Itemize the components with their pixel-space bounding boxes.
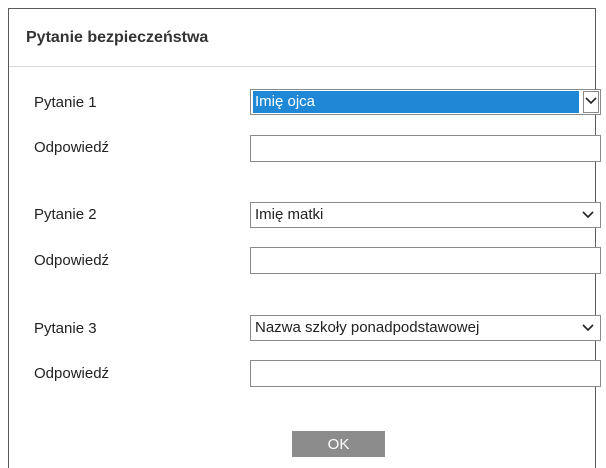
question-1-label: Pytanie 1 xyxy=(34,94,97,111)
question-2-selected-value: Imię matki xyxy=(255,206,324,223)
ok-button[interactable]: OK xyxy=(292,431,385,457)
answer-1-input[interactable] xyxy=(250,135,601,162)
chevron-down-icon[interactable] xyxy=(581,319,595,337)
answer-2-input[interactable] xyxy=(250,247,601,274)
dialog-title: Pytanie bezpieczeństwa xyxy=(26,29,209,46)
chevron-down-icon[interactable] xyxy=(581,206,595,224)
question-1-select[interactable]: Imię ojca xyxy=(250,89,601,115)
title-divider xyxy=(9,66,595,67)
question-3-select[interactable]: Nazwa szkoły ponadpodstawowej xyxy=(250,315,601,341)
security-question-dialog: Pytanie bezpieczeństwa Pytanie 1 Imię oj… xyxy=(8,8,601,468)
question-2-label: Pytanie 2 xyxy=(34,206,97,223)
question-3-selected-value: Nazwa szkoły ponadpodstawowej xyxy=(255,319,480,336)
question-2-select[interactable]: Imię matki xyxy=(250,202,601,228)
answer-2-label: Odpowiedź xyxy=(34,252,110,269)
answer-3-input[interactable] xyxy=(250,360,601,387)
question-3-label: Pytanie 3 xyxy=(34,320,97,337)
answer-1-label: Odpowiedź xyxy=(34,139,110,156)
chevron-down-icon[interactable] xyxy=(583,91,599,113)
question-1-selected-value: Imię ojca xyxy=(253,91,579,113)
answer-3-label: Odpowiedź xyxy=(34,365,110,382)
